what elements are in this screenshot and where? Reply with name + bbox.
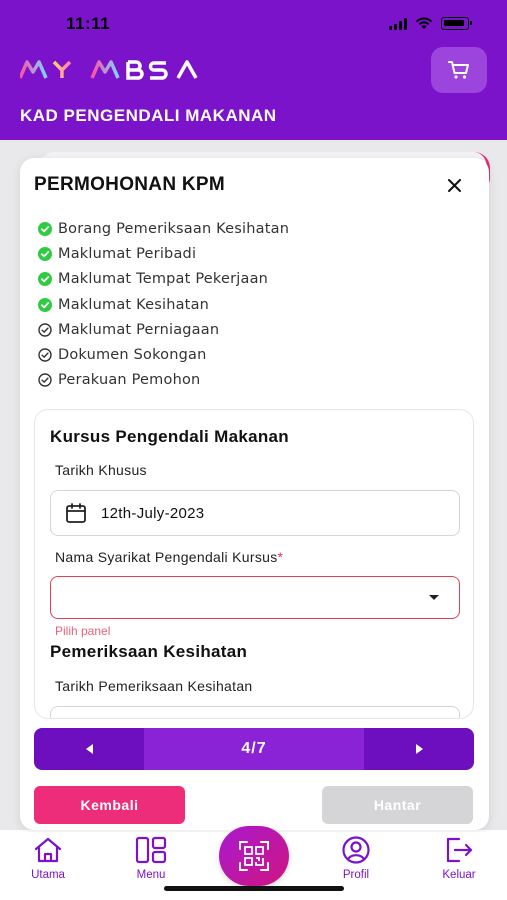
- check-circle-filled-icon: [38, 272, 52, 287]
- logo-graphic: [20, 60, 198, 80]
- step-list: Borang Pemeriksaan Kesihatan Maklumat Pe…: [38, 216, 289, 393]
- signal-icon: [389, 17, 407, 30]
- step-item: Maklumat Peribadi: [38, 241, 289, 266]
- check-circle-filled-icon: [38, 221, 52, 236]
- nav-item-profil[interactable]: Profil: [326, 832, 386, 881]
- step-item: Borang Pemeriksaan Kesihatan: [38, 216, 289, 241]
- nav-item-menu[interactable]: Menu: [121, 832, 181, 881]
- step-item: Dokumen Sokongan: [38, 342, 289, 367]
- qr-scan-button[interactable]: [219, 826, 289, 886]
- menu-grid-icon: [135, 836, 167, 864]
- qr-code-icon: [239, 841, 269, 871]
- close-icon: [447, 178, 461, 192]
- health-date-field[interactable]: [50, 706, 460, 718]
- nav-label: Keluar: [442, 869, 476, 881]
- step-label: Dokumen Sokongan: [58, 347, 207, 364]
- check-circle-filled-icon: [38, 297, 52, 312]
- company-error: Pilih panel: [55, 624, 111, 638]
- course-date-value: 12th-July-2023: [101, 504, 205, 522]
- company-label-text: Nama Syarikat Pengendali Kursus: [55, 549, 278, 565]
- cart-button[interactable]: [431, 47, 487, 93]
- step-label: Maklumat Peribadi: [58, 245, 197, 262]
- step-label: Maklumat Perniagaan: [58, 321, 220, 338]
- status-icons: [389, 17, 472, 30]
- step-label: Maklumat Tempat Pekerjaan: [58, 271, 269, 288]
- required-mark: *: [277, 549, 284, 565]
- battery-icon: [441, 17, 472, 30]
- check-circle-outline-icon: [38, 373, 52, 388]
- course-date-field[interactable]: 12th-July-2023: [50, 490, 460, 536]
- step-item: Perakuan Pemohon: [38, 368, 289, 393]
- home-indicator: [164, 886, 344, 891]
- back-button[interactable]: Kembali: [34, 786, 185, 824]
- mymbsa-logo: [20, 58, 210, 82]
- health-date-label: Tarikh Pemeriksaan Kesihatan: [55, 678, 253, 694]
- status-bar: 11:11: [0, 0, 507, 48]
- page-title: KAD PENGENDALI MAKANAN: [20, 106, 277, 125]
- form-card: Kursus Pengendali Makanan Tarikh Khusus …: [34, 409, 474, 719]
- nav-item-utama[interactable]: Utama: [18, 832, 78, 881]
- cart-icon: [448, 61, 469, 79]
- chevron-down-icon: [429, 595, 439, 600]
- home-icon: [34, 837, 62, 863]
- nav-label: Profil: [342, 869, 370, 881]
- pager-indicator: 4/7: [144, 728, 364, 770]
- logout-icon: [446, 837, 473, 863]
- submit-button[interactable]: Hantar: [322, 786, 473, 824]
- step-item: Maklumat Kesihatan: [38, 292, 289, 317]
- check-circle-outline-icon: [38, 323, 52, 337]
- profile-icon: [342, 836, 370, 864]
- calendar-icon: [66, 503, 86, 523]
- pager-prev-button[interactable]: [34, 728, 144, 770]
- date-label: Tarikh Khusus: [55, 462, 147, 478]
- status-time: 11:11: [66, 14, 111, 33]
- pager-next-button[interactable]: [364, 728, 474, 770]
- app-header: 11:11 KAD PENGENDALI MAKANAN: [0, 0, 507, 140]
- nav-item-keluar[interactable]: Keluar: [429, 832, 489, 881]
- section-title-pemeriksaan: Pemeriksaan Kesihatan: [50, 642, 248, 661]
- step-label: Perakuan Pemohon: [58, 372, 201, 389]
- nav-label: Utama: [31, 869, 65, 881]
- application-modal: PERMOHONAN KPM Borang Pemeriksaan Kesiha…: [20, 158, 489, 830]
- arrow-right-icon: [415, 744, 423, 754]
- company-label: Nama Syarikat Pengendali Kursus*: [55, 549, 283, 565]
- close-button[interactable]: [443, 174, 465, 196]
- section-title-kursus: Kursus Pengendali Makanan: [50, 427, 289, 446]
- check-circle-filled-icon: [38, 246, 52, 261]
- step-item: Maklumat Tempat Pekerjaan: [38, 267, 289, 292]
- step-label: Borang Pemeriksaan Kesihatan: [58, 220, 290, 237]
- check-circle-outline-icon: [38, 348, 52, 362]
- company-select[interactable]: [50, 576, 460, 619]
- modal-title: PERMOHONAN KPM: [34, 174, 226, 195]
- step-label: Maklumat Kesihatan: [58, 296, 210, 313]
- arrow-left-icon: [85, 744, 93, 754]
- step-pager: 4/7: [34, 728, 474, 770]
- nav-label: Menu: [136, 869, 166, 881]
- step-item: Maklumat Perniagaan: [38, 317, 289, 342]
- wifi-icon: [416, 17, 432, 29]
